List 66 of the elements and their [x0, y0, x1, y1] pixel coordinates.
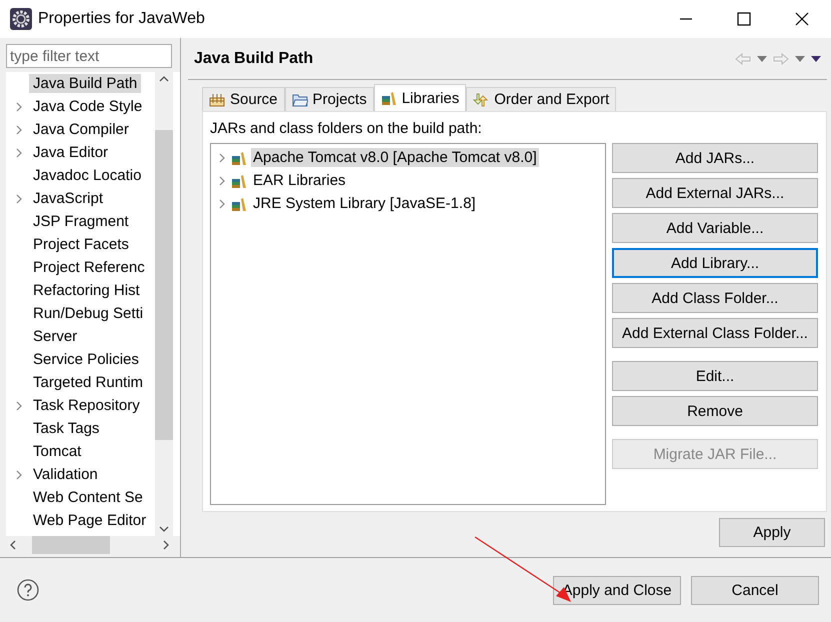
- tree-item[interactable]: JavaScript: [29, 189, 108, 208]
- chevron-icon[interactable]: [219, 176, 225, 186]
- tree-item[interactable]: Task Tags: [29, 419, 104, 438]
- folder-icon: [292, 92, 308, 106]
- tree-item[interactable]: Run/Debug Setti: [29, 304, 148, 323]
- list-item[interactable]: Apache Tomcat v8.0 [Apache Tomcat v8.0]: [251, 148, 539, 167]
- tree-item[interactable]: Java Compiler: [29, 120, 133, 139]
- tab[interactable]: Libraries: [374, 84, 466, 111]
- tab[interactable]: Projects: [284, 87, 374, 111]
- dialog-button[interactable]: Cancel: [691, 576, 819, 604]
- help-icon[interactable]: [17, 579, 39, 601]
- tab[interactable]: Order and Export: [466, 87, 616, 111]
- chevron-icon[interactable]: [16, 400, 22, 410]
- tree-item[interactable]: JSP Fragment: [29, 212, 133, 231]
- chevron-icon[interactable]: [16, 194, 22, 204]
- action-button[interactable]: Add Variable...: [612, 213, 818, 243]
- chevron-icon[interactable]: [16, 470, 22, 480]
- tree-item[interactable]: Validation: [29, 465, 102, 484]
- action-button[interactable]: Remove: [612, 396, 818, 426]
- tree-item[interactable]: Server: [29, 327, 82, 346]
- gear-icon: [10, 8, 32, 30]
- books-icon: [231, 174, 247, 188]
- tree-item[interactable]: Java Editor: [29, 143, 112, 162]
- tree-item[interactable]: Tomcat: [29, 442, 86, 461]
- chevron-icon[interactable]: [16, 148, 22, 158]
- dropdown-icon[interactable]: [795, 56, 805, 62]
- list-label: JARs and class folders on the build path:: [210, 120, 483, 137]
- window-title: Properties for JavaWeb: [38, 10, 205, 28]
- action-button[interactable]: Add JARs...: [612, 143, 818, 173]
- tree-item[interactable]: Refactoring Hist: [29, 281, 144, 300]
- scroll-thumb[interactable]: [155, 130, 173, 440]
- maximize-icon[interactable]: [737, 12, 751, 26]
- action-button[interactable]: Edit...: [612, 361, 818, 391]
- tree-item[interactable]: Java Build Path: [29, 74, 142, 93]
- list-item[interactable]: EAR Libraries: [251, 171, 348, 190]
- tree-item[interactable]: Project Facets: [29, 235, 133, 254]
- chevron-icon[interactable]: [219, 152, 225, 162]
- chevron-icon[interactable]: [219, 198, 225, 208]
- page-title: Java Build Path: [194, 50, 314, 68]
- order-icon: [473, 92, 490, 106]
- package-icon: [209, 92, 225, 106]
- chevron-icon[interactable]: [16, 124, 22, 134]
- menu-icon[interactable]: [811, 56, 821, 62]
- books-icon: [380, 91, 397, 105]
- chevron-icon[interactable]: [16, 102, 22, 112]
- tree-item[interactable]: Project Referenc: [29, 258, 149, 277]
- action-button[interactable]: Add External Class Folder...: [612, 318, 818, 348]
- tab[interactable]: Source: [202, 87, 285, 111]
- tree-item[interactable]: Javadoc Locatio: [29, 166, 146, 185]
- scroll-thumb[interactable]: [32, 536, 110, 554]
- close-icon[interactable]: [795, 12, 809, 26]
- action-button[interactable]: Add Class Folder...: [612, 283, 818, 313]
- dropdown-icon[interactable]: [757, 56, 767, 62]
- books-icon: [231, 196, 247, 210]
- action-button[interactable]: Add Library...: [612, 248, 818, 278]
- tree-item[interactable]: Service Policies: [29, 350, 143, 369]
- tree-item[interactable]: Task Repository: [29, 396, 144, 415]
- list-item[interactable]: JRE System Library [JavaSE-1.8]: [251, 194, 478, 213]
- tree-item[interactable]: Web Content Se: [29, 488, 147, 507]
- filter-field[interactable]: type filter text: [6, 44, 172, 68]
- tree-item[interactable]: Targeted Runtim: [29, 373, 148, 392]
- tree-item[interactable]: Java Code Style: [29, 97, 146, 116]
- action-button[interactable]: Add External JARs...: [612, 178, 818, 208]
- books-icon: [231, 150, 247, 164]
- tree-item[interactable]: Web Page Editor: [29, 511, 150, 530]
- apply-button[interactable]: Apply: [719, 518, 825, 547]
